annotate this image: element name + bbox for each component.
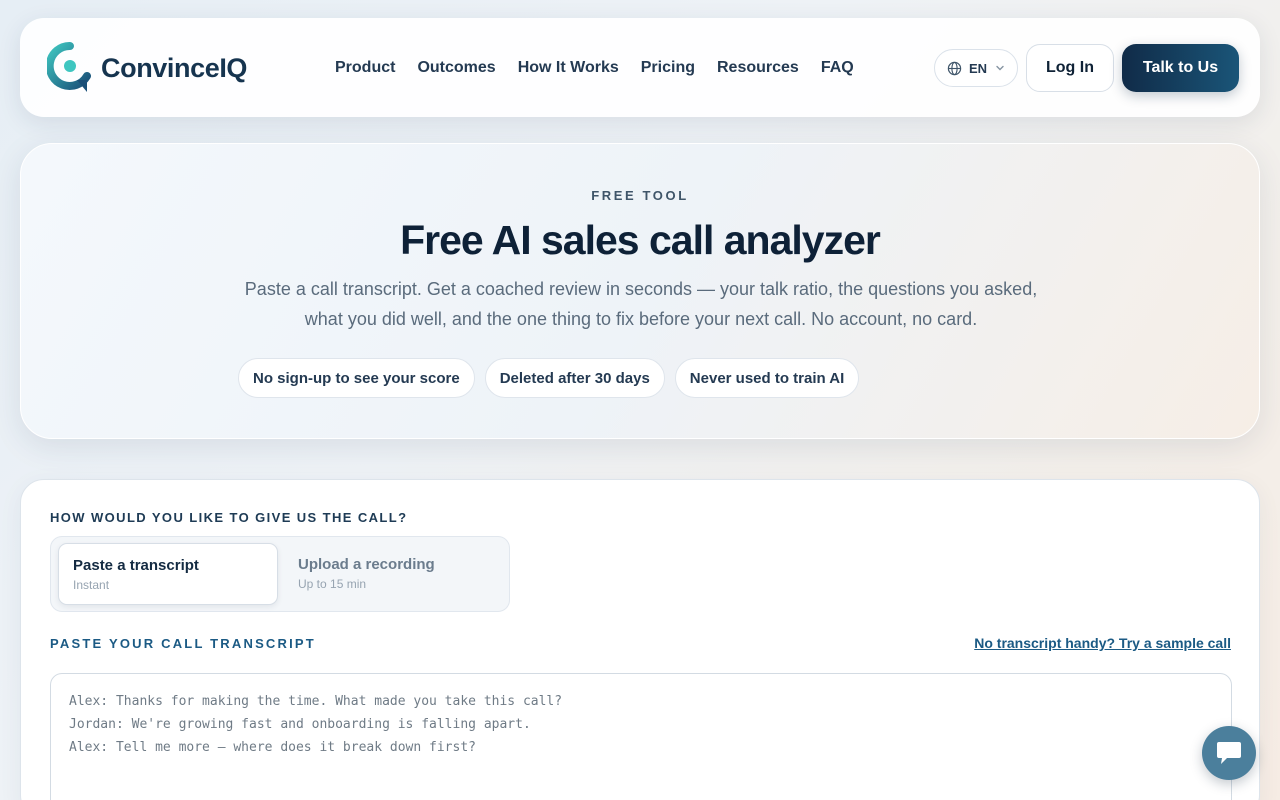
option-paste-transcript[interactable]: Paste a transcript Instant (58, 543, 278, 605)
option-title: Paste a transcript (73, 557, 199, 574)
analyzer-card: HOW WOULD YOU LIKE TO GIVE US THE CALL? … (20, 479, 1260, 800)
chip-deleted: Deleted after 30 days (484, 358, 665, 398)
site-header: ConvinceIQ Product Outcomes How It Works… (20, 18, 1260, 117)
language-selector[interactable]: EN (934, 49, 1018, 87)
try-sample-link[interactable]: No transcript handy? Try a sample call (974, 635, 1231, 651)
nav-faq[interactable]: FAQ (821, 59, 854, 77)
chevron-down-icon (996, 65, 1004, 71)
option-title: Upload a recording (298, 556, 435, 573)
nav-resources[interactable]: Resources (717, 59, 799, 77)
brand-logo[interactable]: ConvinceIQ (47, 42, 247, 94)
chat-widget-button[interactable] (1202, 726, 1256, 780)
input-method-label: HOW WOULD YOU LIKE TO GIVE US THE CALL? (50, 510, 408, 525)
chip-no-signup: No sign-up to see your score (238, 358, 475, 398)
trust-chips: No sign-up to see your score Deleted aft… (238, 358, 869, 398)
nav-how-it-works[interactable]: How It Works (518, 59, 619, 77)
hero-eyebrow: FREE TOOL (591, 188, 689, 203)
chat-icon (1217, 742, 1241, 764)
nav-pricing[interactable]: Pricing (641, 59, 695, 77)
brand-name: ConvinceIQ (101, 52, 248, 83)
main-nav: Product Outcomes How It Works Pricing Re… (335, 18, 876, 117)
nav-product[interactable]: Product (335, 59, 395, 77)
hero-subtitle: Paste a call transcript. Get a coached r… (244, 279, 1038, 329)
transcript-input[interactable]: Alex: Thanks for making the time. What m… (50, 673, 1232, 800)
globe-icon (947, 61, 962, 75)
option-subtitle: Instant (73, 578, 110, 592)
nav-outcomes[interactable]: Outcomes (417, 59, 495, 77)
language-code: EN (969, 60, 988, 76)
transcript-label: PASTE YOUR CALL TRANSCRIPT (50, 636, 316, 651)
talk-to-us-button[interactable]: Talk to Us (1122, 44, 1239, 92)
page-title: Free AI sales call analyzer (400, 217, 881, 263)
option-subtitle: Up to 15 min (298, 577, 367, 591)
input-method-toggle: Paste a transcript Instant Upload a reco… (50, 536, 510, 612)
logo-icon (47, 42, 91, 92)
hero-section: FREE TOOL Free AI sales call analyzer Pa… (20, 143, 1260, 439)
option-upload-recording[interactable]: Upload a recording Up to 15 min (284, 543, 504, 605)
login-button[interactable]: Log In (1026, 44, 1114, 92)
chip-no-training: Never used to train AI (674, 358, 860, 398)
